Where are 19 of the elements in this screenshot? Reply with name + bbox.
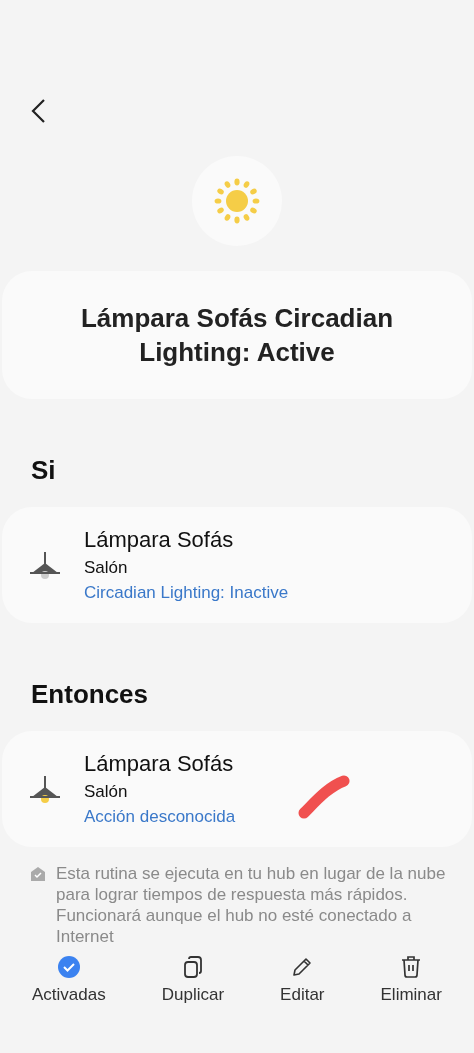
toggle-button[interactable]: Activadas — [26, 953, 112, 1007]
house-icon — [30, 866, 46, 882]
device-name: Lámpara Sofás — [84, 526, 235, 554]
device-card[interactable]: Lámpara Sofás Salón Acción desconocida — [2, 731, 472, 847]
device-status: Circadian Lighting: Inactive — [84, 582, 289, 604]
device-status: Acción desconocida — [84, 806, 236, 828]
device-name: Lámpara Sofás — [84, 750, 235, 778]
duplicate-button[interactable]: Duplicar — [155, 953, 231, 1007]
room-name: Salón — [84, 557, 129, 579]
routine-title: Lámpara Sofás Circadian Lighting: Active — [79, 302, 395, 369]
section-heading: Entonces — [31, 679, 150, 709]
sun-icon — [212, 176, 262, 226]
scribble-mark — [298, 773, 352, 821]
section-heading: Si — [31, 455, 57, 485]
device-card[interactable]: Lámpara Sofás Salón Circadian Lighting: Inactive — [2, 507, 472, 623]
info-text: Esta rutina se ejecuta en tu hub en lugar de la nube para lograr tiempos de respuesta más rápidos. Funcionará aunque el hub no esté conectado a Internet — [56, 863, 447, 947]
room-name: Salón — [84, 781, 129, 803]
edit-button[interactable]: Editar — [274, 953, 331, 1007]
delete-button[interactable]: Eliminar — [374, 953, 448, 1007]
